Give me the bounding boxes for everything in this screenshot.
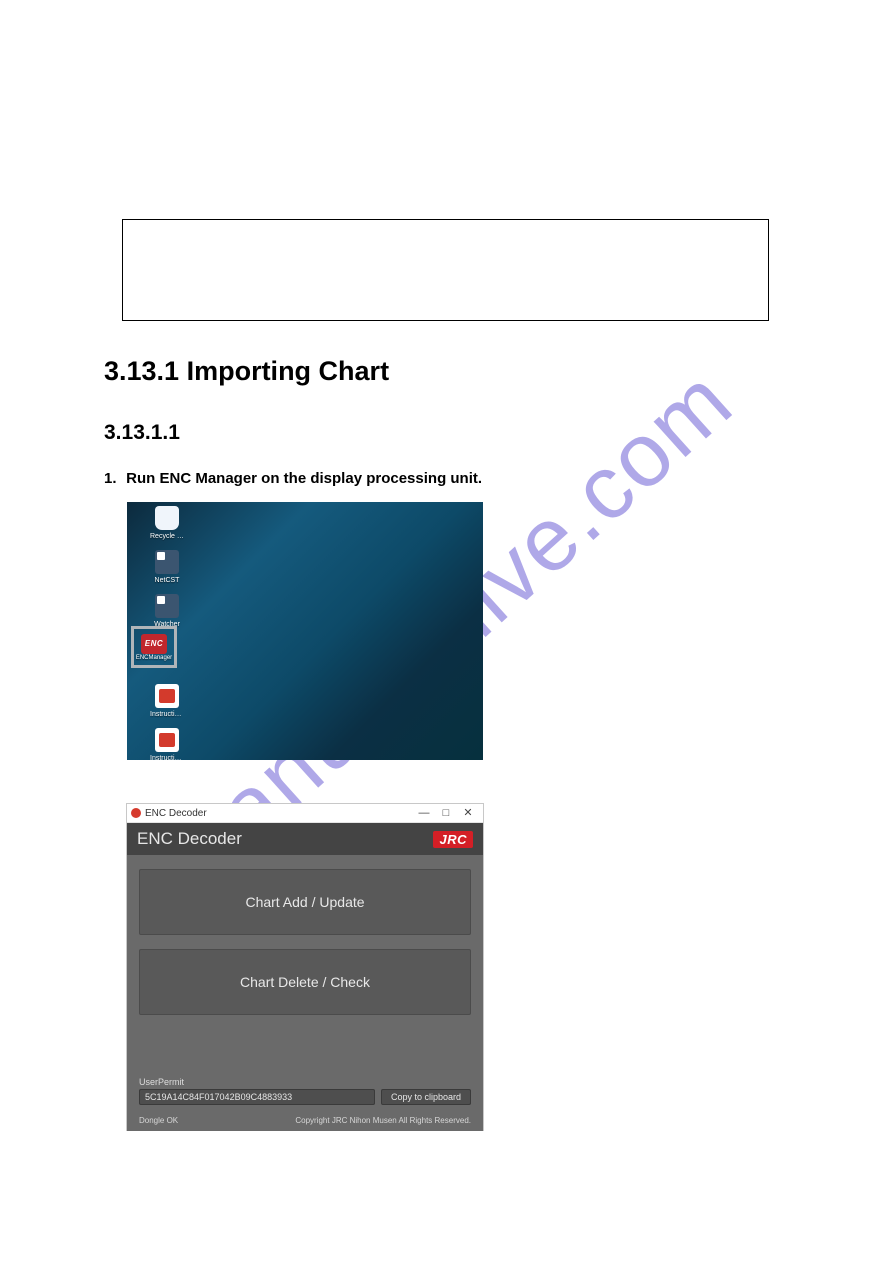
window-header: ENC Decoder JRC [127,823,483,855]
chart-delete-check-button[interactable]: Chart Delete / Check [139,949,471,1015]
empty-box [122,219,769,321]
pdf-icon [155,728,179,752]
app-icon [155,550,179,574]
copy-to-clipboard-button[interactable]: Copy to clipboard [381,1089,471,1105]
enc-decoder-window: ENC Decoder — □ ✕ ENC Decoder JRC Chart … [127,804,483,1130]
close-button[interactable]: ✕ [457,804,479,822]
app-title: ENC Decoder [137,829,242,849]
step-1-line: 1. Run ENC Manager on the display proces… [104,470,482,487]
desktop-icon-netcst[interactable]: NetCST [137,550,197,594]
app-icon [131,808,141,818]
dongle-status: Dongle OK [139,1116,178,1125]
minimize-button[interactable]: — [413,804,435,822]
app-icon [155,594,179,618]
window-titlebar[interactable]: ENC Decoder — □ ✕ [127,804,483,823]
userpermit-label: UserPermit [139,1077,471,1087]
step-number: 1. [104,470,122,487]
desktop-icon-instructions-1[interactable]: Instructions.. [137,684,197,728]
chart-add-update-button[interactable]: Chart Add / Update [139,869,471,935]
desktop-icon-label: Instructions.. [150,710,184,719]
desktop-icon-encmanager[interactable]: ENC ENCManager [131,626,177,668]
desktop-icon-recycle-bin[interactable]: Recycle Bin [137,506,197,550]
desktop-icon-instructions-2[interactable]: Instructions.. [137,728,197,760]
desktop-icon-label: ENCManager [136,655,172,661]
enc-icon: ENC [141,634,167,654]
pdf-icon [155,684,179,708]
desktop-icon-label: NetCST [150,576,184,585]
desktop-icon-label: Recycle Bin [150,532,184,541]
heading-3-13-1: 3.13.1 Importing Chart [104,356,389,387]
copyright-text: Copyright JRC Nihon Musen All Rights Res… [295,1116,471,1125]
desktop-icon-label: Instructions.. [150,754,184,760]
desktop-screenshot: Recycle Bin NetCST Watcher Instructions.… [127,502,483,760]
recycle-bin-icon [155,506,179,530]
step-text: Run ENC Manager on the display processin… [126,470,482,487]
brand-badge: JRC [433,831,473,848]
maximize-button[interactable]: □ [435,804,457,822]
window-title: ENC Decoder [145,808,207,819]
userpermit-field[interactable]: 5C19A14C84F017042B09C4883933 [139,1089,375,1105]
heading-3-13-1-1: 3.13.1.1 [104,421,180,445]
